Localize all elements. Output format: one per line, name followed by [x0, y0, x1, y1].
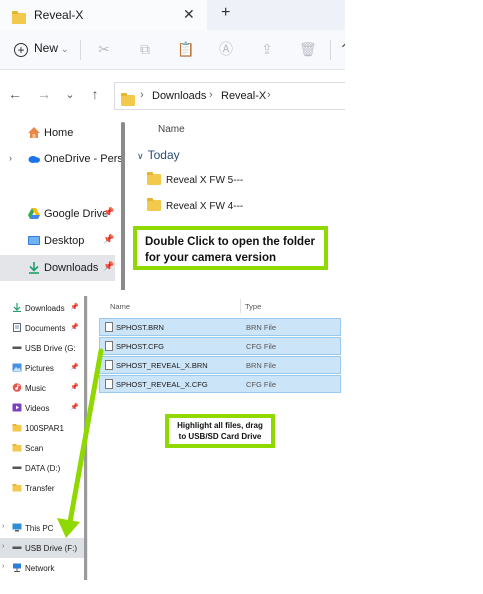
screenshot-composite: Reveal-X ✕ + + New ⌄ ✂ ⧉ 📋 Ⓐ ⇪ 🗑 ⌃ ← → ⌄ ↑	[0, 0, 483, 594]
drag-arrow-icon	[57, 348, 104, 538]
